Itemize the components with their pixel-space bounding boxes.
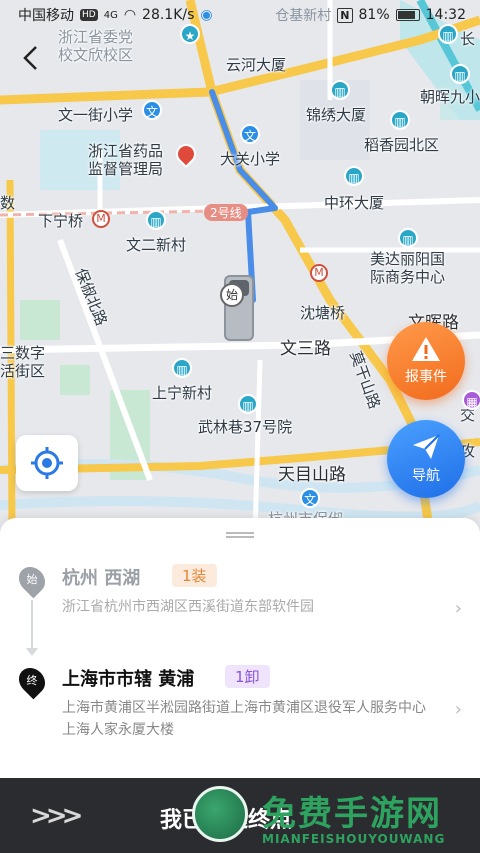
network-type: 4G <box>103 9 118 21</box>
status-bar: 中国移动 HD 4G ◠ 28.1K/s ◉ 仓基新村 N 81% 14:32 <box>0 0 480 30</box>
building-poi-icon[interactable]: ▥ <box>390 110 410 130</box>
report-incident-label: 报事件 <box>405 369 447 385</box>
chevron-right-icon: › <box>454 598 462 619</box>
watermark-subtitle: MIANFEISHOUYOUWANG <box>262 832 446 846</box>
wifi-icon: ◠ <box>123 7 137 23</box>
map-label: 武林巷37号院 <box>198 418 293 436</box>
map-label: 锦绣大厦 <box>306 106 367 124</box>
destination-pin-icon: 终 <box>13 662 51 700</box>
poi-marker[interactable]: ▦ <box>462 390 480 410</box>
unload-tag: 1卸 <box>225 665 270 688</box>
load-tag: 1装 <box>172 564 217 587</box>
back-arrow-icon <box>23 46 37 70</box>
building-poi-icon[interactable]: ▥ <box>398 228 418 248</box>
metro-station-icon[interactable]: M <box>92 210 110 228</box>
building-poi-icon[interactable]: ▥ <box>450 64 470 84</box>
chevron-right-icon: › <box>454 699 462 720</box>
nfc-icon: N <box>337 7 353 23</box>
origin-address: 浙江省杭州市西湖区西溪街道东部软件园 <box>62 599 314 615</box>
warning-icon <box>412 337 440 361</box>
drag-handle[interactable] <box>226 532 254 538</box>
route-line <box>209 89 278 303</box>
school-poi-icon[interactable]: 文 <box>240 124 260 144</box>
carrier-name: 中国移动 <box>18 8 74 24</box>
paper-plane-icon <box>413 434 440 459</box>
map-label: 活街区 <box>0 362 46 380</box>
report-incident-button[interactable]: 报事件 <box>387 322 465 400</box>
network-speed: 28.1K/s <box>142 7 195 23</box>
destination-stop[interactable]: 终 上海市市辖 黄浦 1卸 上海市黄浦区半淞园路街道上海市黄浦区退役军人服务中心… <box>13 662 470 747</box>
start-marker[interactable]: 始 <box>220 283 244 307</box>
map-label: 长 <box>460 30 476 48</box>
destination-name: 上海市市辖 黄浦 <box>62 669 195 690</box>
locate-button[interactable] <box>16 435 78 491</box>
origin-stop[interactable]: 始 杭州 西湖 1装 浙江省杭州市西湖区西溪街道东部软件园 › <box>13 561 470 636</box>
route-connector <box>26 600 38 656</box>
map-label: 稻香园北区 <box>364 136 440 154</box>
metro-line-label: 2号线 <box>204 204 248 221</box>
road-label: 天目山路 <box>278 465 346 485</box>
building-poi-icon[interactable]: ▥ <box>344 166 364 186</box>
map-label: 中环大厦 <box>324 194 385 212</box>
map-label: 朝晖九小 <box>420 88 480 106</box>
app-notification-icon: ◉ <box>200 7 213 23</box>
watermark-logo <box>192 786 248 842</box>
navigation-label: 导航 <box>412 468 440 484</box>
slide-arrows-icon[interactable]: >>> <box>30 801 83 831</box>
map-label: 监督管理局 <box>88 160 164 178</box>
status-location: 仓基新村 <box>275 8 332 24</box>
school-poi-icon[interactable]: 文 <box>300 488 320 508</box>
school-poi-icon[interactable]: 文 <box>142 100 162 120</box>
map-label: 数 <box>0 194 16 212</box>
map-label: 际商务中心 <box>370 268 446 286</box>
battery-icon <box>395 9 420 21</box>
map-label: 云河大厦 <box>226 56 287 74</box>
destination-address: 上海市黄浦区半淞园路街道上海市黄浦区退役军人服务中心上海人家永厦大楼 <box>62 700 426 738</box>
map-label: 上宁新村 <box>152 384 213 402</box>
battery-level: 81% <box>358 7 390 23</box>
building-poi-icon[interactable]: ▥ <box>238 394 258 414</box>
building-poi-icon[interactable]: ▥ <box>330 80 350 100</box>
map-label: 沈塘桥 <box>300 304 346 322</box>
watermark-title: 免费手游网 <box>262 794 442 834</box>
hd-icon: HD <box>80 9 98 21</box>
map-label: 校文欣校区 <box>58 46 134 64</box>
map-label: 文一街小学 <box>58 106 134 124</box>
map-label: 下宁桥 <box>38 212 84 230</box>
clock: 14:32 <box>425 7 466 23</box>
metro-station-icon[interactable]: M <box>310 264 328 282</box>
road-label: 文三路 <box>280 339 331 359</box>
crosshair-icon <box>31 447 63 479</box>
back-button[interactable] <box>12 38 48 78</box>
navigation-button[interactable]: 导航 <box>387 420 465 498</box>
map-label: 大关小学 <box>220 150 281 168</box>
origin-name: 杭州 西湖 <box>62 568 141 589</box>
building-poi-icon[interactable]: ▥ <box>146 210 166 230</box>
building-poi-icon[interactable]: ▥ <box>172 358 192 378</box>
map-label: 文二新村 <box>126 236 187 254</box>
origin-pin-icon: 始 <box>13 561 51 599</box>
